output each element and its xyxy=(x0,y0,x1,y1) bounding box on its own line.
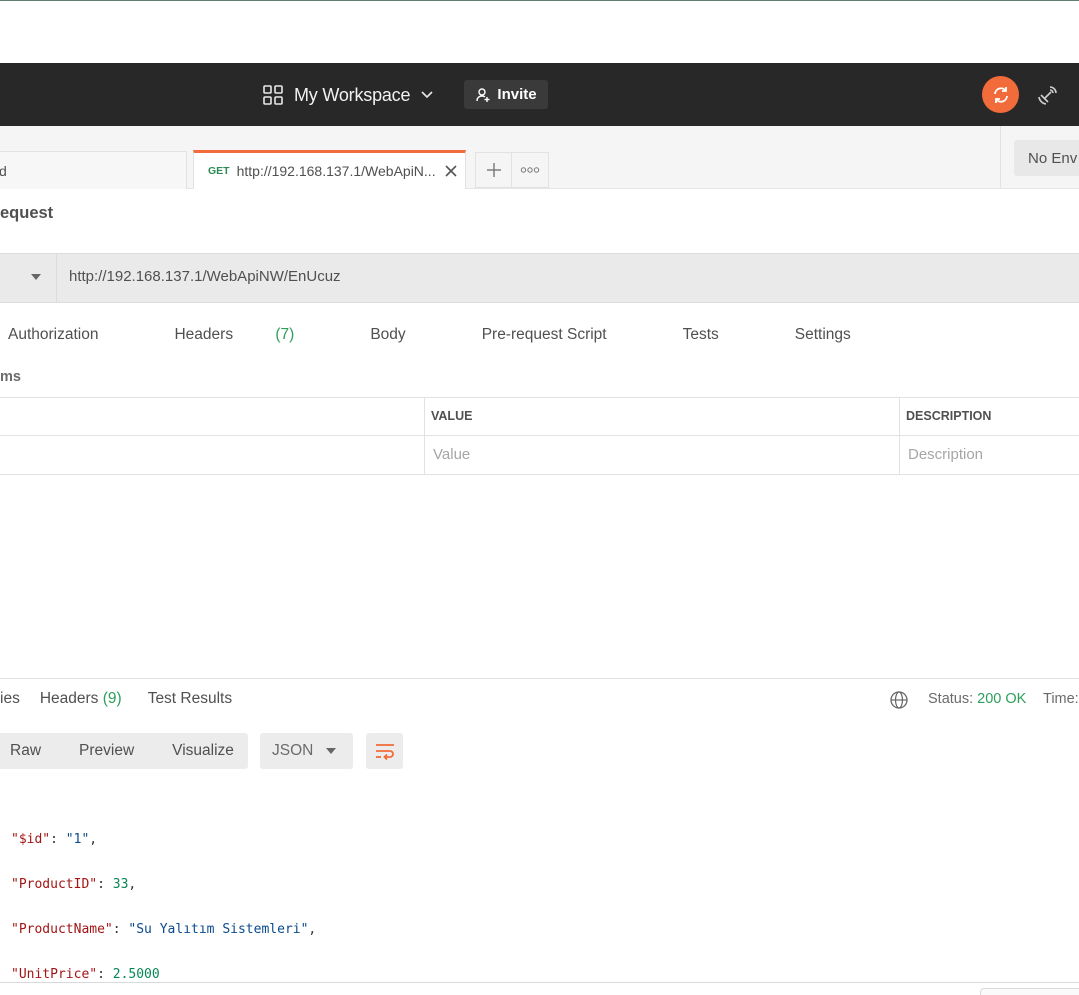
json-key: "UnitPrice" xyxy=(11,967,98,983)
json-value: 2.5000 xyxy=(112,967,160,983)
params-section-label: ms xyxy=(0,369,21,385)
format-select[interactable]: JSON xyxy=(260,733,353,769)
tab-test-results[interactable]: Test Results xyxy=(148,690,232,708)
response-body[interactable]: "$id": "1", "ProductID": 33, "ProductNam… xyxy=(11,806,316,995)
invite-label: Invite xyxy=(497,86,537,103)
tab-pre-request-script[interactable]: Pre-request Script xyxy=(482,326,645,348)
tab-headers[interactable]: Headers (7) xyxy=(174,326,332,348)
status-value: 200 OK xyxy=(977,691,1027,707)
json-value: "Su Yalıtım Sistemleri" xyxy=(128,921,309,937)
tab-label: ies xyxy=(0,690,20,707)
plus-icon xyxy=(486,163,501,177)
method-dropdown-caret[interactable] xyxy=(31,274,41,280)
tab-label: Pre-request Script xyxy=(481,326,607,343)
method-divider xyxy=(56,253,57,303)
column-header-description: DESCRIPTION xyxy=(906,409,992,423)
response-divider xyxy=(0,678,1079,679)
json-comma: , xyxy=(308,921,317,937)
tab-label: Settings xyxy=(794,326,851,343)
json-value: 33 xyxy=(112,876,129,892)
json-key: "$id" xyxy=(11,831,51,847)
request-title[interactable]: equest xyxy=(0,204,53,223)
view-raw-button[interactable]: Raw xyxy=(10,742,41,760)
tab-options-button[interactable] xyxy=(512,152,549,188)
headers-count: (7) xyxy=(275,326,295,343)
tab-tests[interactable]: Tests xyxy=(683,326,757,348)
wrap-lines-button[interactable] xyxy=(366,733,403,769)
tab-label: Tests xyxy=(682,326,719,343)
response-time-label: Time: xyxy=(1043,691,1079,707)
json-line: "ProductID": 33, xyxy=(11,876,137,892)
view-preview-button[interactable]: Preview xyxy=(79,742,134,760)
view-visualize-button[interactable]: Visualize xyxy=(172,742,234,760)
tab-label: Body xyxy=(370,326,406,343)
new-tab-button[interactable] xyxy=(475,152,512,188)
column-divider xyxy=(424,397,425,475)
tab-divider xyxy=(1000,126,1001,188)
tab-label: Headers xyxy=(174,326,234,343)
tab-cookies[interactable]: ies xyxy=(0,690,20,708)
tab-authorization[interactable]: Authorization xyxy=(8,326,136,348)
add-user-icon xyxy=(476,87,490,102)
tab-label: d xyxy=(0,162,7,179)
json-comma: , xyxy=(128,876,137,892)
view-mode-group: Raw Preview Visualize xyxy=(0,733,248,769)
tab-body[interactable]: Body xyxy=(370,326,443,348)
json-line: "$id": "1", xyxy=(11,831,98,847)
tab-label: Test Results xyxy=(147,690,233,707)
column-divider xyxy=(899,397,900,475)
url-input[interactable]: http://192.168.137.1/WebApiNW/EnUcuz xyxy=(69,268,341,285)
status-bar-divider xyxy=(0,982,1079,983)
format-label: JSON xyxy=(272,742,314,759)
tab-label: Authorization xyxy=(8,326,99,343)
close-icon[interactable] xyxy=(444,164,458,178)
title-bar xyxy=(0,1,1079,63)
sync-button[interactable] xyxy=(982,76,1019,113)
json-line: "UnitPrice": 2.5000 xyxy=(11,967,160,983)
json-key: "ProductID" xyxy=(11,876,98,892)
workspace-switcher[interactable]: My Workspace xyxy=(262,80,434,110)
tab-settings[interactable]: Settings xyxy=(795,326,889,348)
chevron-down-icon xyxy=(421,91,433,99)
tab-url-label: http://192.168.137.1/WebApiN... xyxy=(236,163,436,179)
response-status: Status: 200 OK xyxy=(928,691,1026,707)
wrap-icon xyxy=(375,744,394,761)
response-headers-count: (9) xyxy=(102,690,122,707)
invite-button[interactable]: Invite xyxy=(464,80,548,109)
json-line: "ProductName": "Su Yalıtım Sistemleri", xyxy=(11,921,317,937)
table-row-divider xyxy=(0,435,1079,436)
tab-method-badge: GET xyxy=(208,165,230,177)
satellite-icon[interactable] xyxy=(1036,83,1060,107)
json-key: "ProductName" xyxy=(11,921,113,937)
grid-icon xyxy=(263,85,283,105)
sync-icon xyxy=(993,86,1008,103)
bottom-chip[interactable] xyxy=(980,988,1079,995)
tab-request-1[interactable]: d xyxy=(0,151,187,189)
tab-request-active[interactable]: GET http://192.168.137.1/WebApiN... xyxy=(193,150,466,189)
tab-label: Headers xyxy=(39,690,99,707)
json-value: "1" xyxy=(65,831,90,847)
globe-icon[interactable] xyxy=(889,690,909,710)
format-dropdown-caret[interactable] xyxy=(326,748,336,754)
param-description-input[interactable]: Description xyxy=(908,446,983,463)
json-comma: , xyxy=(89,831,98,847)
tab-response-headers[interactable]: Headers (9) xyxy=(40,690,122,708)
environment-select[interactable]: No Env xyxy=(1014,140,1079,176)
request-tabs: Authorization Headers (7) Body Pre-reque… xyxy=(8,326,927,348)
param-value-input[interactable]: Value xyxy=(433,446,470,463)
response-tabs: ies Headers (9) Test Results xyxy=(0,690,232,708)
column-header-value: VALUE xyxy=(431,409,473,423)
status-label: Status: xyxy=(928,691,974,707)
workspace-label: My Workspace xyxy=(294,84,411,105)
more-icon xyxy=(520,167,540,173)
